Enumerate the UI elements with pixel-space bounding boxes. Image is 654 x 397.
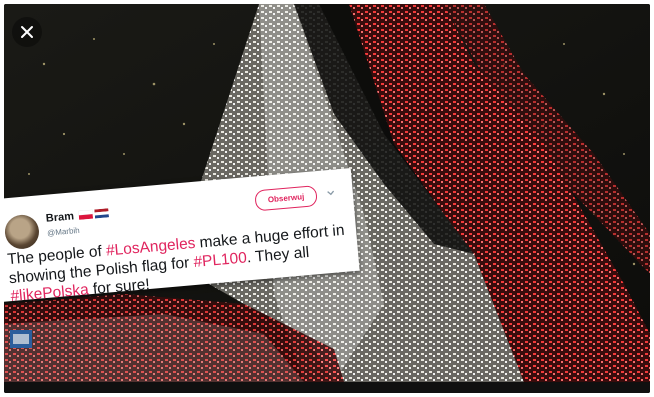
flag-netherlands-icon [94,208,110,219]
image-viewer: Bram @Marbih Obserwuj The people of #Los… [4,4,650,393]
tweet-text-part: . They all [246,243,310,266]
chevron-down-icon [327,190,335,196]
viewer-bottom-bar [4,382,650,393]
avatar [4,213,41,251]
close-icon [21,26,33,38]
hashtag-pl100: #PL100 [192,248,248,271]
tweet-author-name: Bram [45,210,75,225]
flag-poland-icon [78,209,94,220]
tweet-author-handle: @Marbih [46,225,81,238]
follow-button: Obserwuj [254,185,318,212]
close-button[interactable] [12,17,42,47]
